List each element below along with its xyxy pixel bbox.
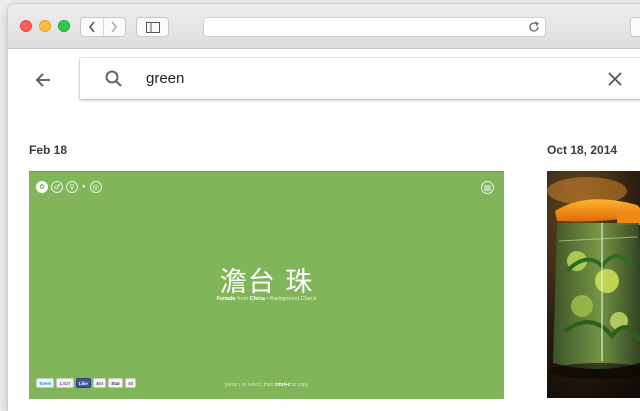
- back-button[interactable]: [32, 69, 54, 91]
- maximize-window-button[interactable]: [58, 20, 70, 32]
- meta-separator: •: [266, 296, 269, 302]
- male-icon[interactable]: ♂: [51, 181, 63, 193]
- hint-key: cmd+c: [274, 382, 291, 388]
- hamburger-icon: [484, 185, 491, 190]
- sidebar-toggle-button[interactable]: [136, 17, 169, 37]
- chevron-right-icon: [111, 21, 118, 33]
- toolbar-extra-button[interactable]: [630, 17, 640, 37]
- gender-text: Female: [216, 296, 236, 302]
- browser-back-button[interactable]: [81, 18, 103, 36]
- background-check-link[interactable]: Background Check: [270, 296, 316, 302]
- arrow-left-icon: [35, 73, 50, 87]
- browser-toolbar: [8, 4, 640, 49]
- card-icon-row: ✿ ♂ ♀ ● ◎: [36, 181, 102, 193]
- search-input[interactable]: green: [146, 69, 184, 89]
- close-window-button[interactable]: [20, 20, 32, 32]
- reload-icon[interactable]: [527, 20, 541, 34]
- hint-text: to select, then: [242, 382, 274, 388]
- globe-icon[interactable]: ◎: [89, 181, 102, 193]
- history-nav: [80, 17, 126, 37]
- sidebar-icon: [145, 21, 160, 33]
- hint-key: ↕: [238, 382, 241, 388]
- generated-name: 澹台 珠: [219, 267, 314, 298]
- result-card[interactable]: [547, 171, 640, 398]
- icon-separator: ●: [82, 184, 86, 190]
- close-icon[interactable]: [606, 70, 624, 88]
- minimize-window-button[interactable]: [39, 20, 51, 32]
- copy-hint: press ↕ to select, then cmd+c to copy: [29, 382, 504, 388]
- search-icon: [105, 70, 122, 87]
- from-text: from: [237, 296, 249, 302]
- country-text: China: [249, 296, 265, 302]
- sprout-icon[interactable]: ✿: [36, 181, 48, 193]
- chevron-left-icon: [88, 21, 95, 33]
- address-bar[interactable]: [203, 17, 546, 37]
- drink-pitcher-photo: [547, 171, 640, 398]
- browser-forward-button[interactable]: [102, 18, 126, 36]
- result-card[interactable]: ✿ ♂ ♀ ● ◎ 澹台 珠 Female from China • Backg…: [29, 171, 504, 399]
- browser-window: green Feb 18 Oct 18, 2014 ✿ ♂ ♀ ● ◎ 澹台 珠…: [8, 4, 640, 411]
- female-icon[interactable]: ♀: [66, 181, 78, 193]
- result-date: Oct 18, 2014: [547, 143, 618, 157]
- name-meta: Female from China • Background Check: [29, 296, 504, 302]
- hint-text: press: [224, 382, 237, 388]
- hint-text: to copy: [292, 382, 309, 388]
- result-date: Feb 18: [29, 143, 68, 157]
- search-bar[interactable]: green: [80, 58, 640, 99]
- menu-icon[interactable]: [481, 181, 494, 194]
- page-content: green Feb 18 Oct 18, 2014 ✿ ♂ ♀ ● ◎ 澹台 珠…: [8, 49, 640, 411]
